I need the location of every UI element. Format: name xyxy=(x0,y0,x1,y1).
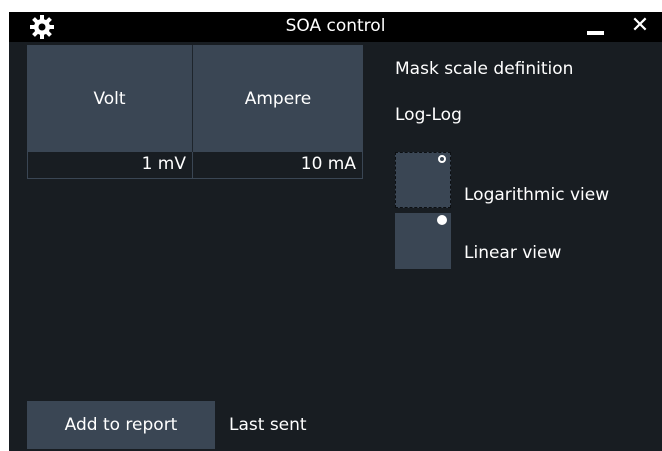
table-row[interactable]: 1 mV 10 mA xyxy=(27,152,363,179)
mask-scale-value: Log-Log xyxy=(395,105,462,125)
volt-header: Volt xyxy=(27,45,193,152)
radio-selected-icon xyxy=(437,215,447,225)
linear-view-label[interactable]: Linear view xyxy=(464,243,561,263)
last-sent-label: Last sent xyxy=(229,415,307,435)
minimize-button[interactable] xyxy=(580,12,610,42)
soa-control-window: SOA control ✕ Volt Ampere 1 mV 10 mA Mas… xyxy=(9,12,662,451)
radio-unselected-icon xyxy=(438,155,446,163)
soa-content: Volt Ampere 1 mV 10 mA Mask scale defini… xyxy=(9,42,662,451)
logarithmic-view-radio[interactable] xyxy=(395,152,451,208)
minimize-icon xyxy=(587,31,604,35)
close-icon: ✕ xyxy=(630,13,650,38)
add-to-report-button[interactable]: Add to report xyxy=(27,401,215,449)
logarithmic-view-label[interactable]: Logarithmic view xyxy=(464,185,609,205)
volt-cell[interactable]: 1 mV xyxy=(27,152,193,178)
table-header: Volt Ampere xyxy=(27,45,363,152)
ampere-cell[interactable]: 10 mA xyxy=(193,152,363,178)
linear-view-radio[interactable] xyxy=(395,213,451,269)
title-bar[interactable]: SOA control ✕ xyxy=(9,12,662,42)
ampere-header: Ampere xyxy=(193,45,363,152)
close-button[interactable]: ✕ xyxy=(625,12,655,42)
mask-scale-title: Mask scale definition xyxy=(395,59,574,79)
soa-table: Volt Ampere 1 mV 10 mA xyxy=(27,45,363,179)
window-title: SOA control xyxy=(285,16,386,36)
